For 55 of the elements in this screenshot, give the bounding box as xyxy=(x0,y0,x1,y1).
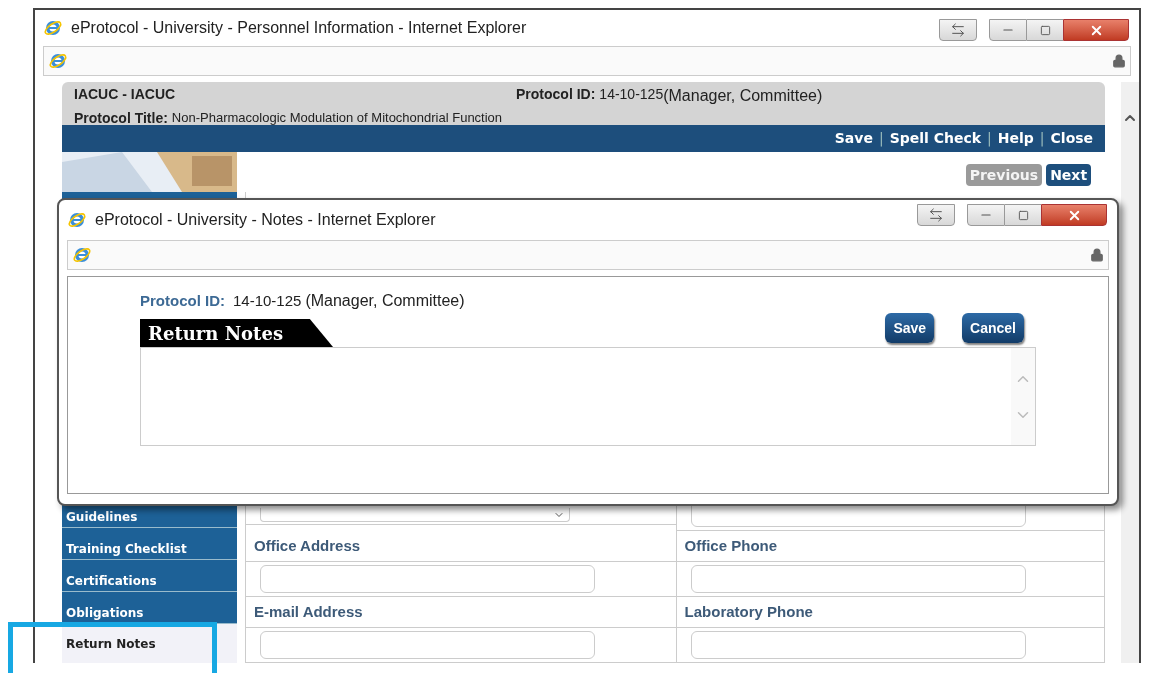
maximize-icon xyxy=(1039,24,1051,36)
field-label: Office Address xyxy=(254,535,361,556)
double-arrow-icon xyxy=(950,22,966,38)
sidebar-item[interactable]: Training Checklist xyxy=(62,527,237,559)
link-separator: | xyxy=(878,129,884,149)
toolbar-link[interactable]: Help xyxy=(997,128,1034,149)
browser-icon xyxy=(67,210,87,230)
input-field[interactable] xyxy=(690,631,1026,659)
minimize-button[interactable] xyxy=(989,19,1027,41)
double-arrow-icon xyxy=(928,207,944,223)
minimize-button[interactable] xyxy=(967,204,1005,226)
notes-textarea[interactable] xyxy=(140,348,1036,446)
toolbar-link[interactable]: Save xyxy=(834,128,873,149)
window-title: eProtocol - University - Notes - Internet Explorer xyxy=(95,210,436,230)
snap-button[interactable] xyxy=(917,204,955,226)
window-title: eProtocol - University - Personnel Information - Internet Explorer xyxy=(71,18,527,38)
scrollbar[interactable] xyxy=(1121,82,1139,663)
toolbar-link[interactable]: Spell Check xyxy=(889,128,982,149)
protocol-id: 14-10-125 xyxy=(233,291,302,311)
protocol-title-label: Protocol Title: xyxy=(74,109,168,128)
close-button[interactable] xyxy=(1041,204,1107,226)
field-label: Laboratory Phone xyxy=(684,601,813,622)
toolbar-link[interactable]: Close xyxy=(1050,128,1094,149)
select-field[interactable] xyxy=(260,508,570,522)
committee-name: IACUC - IACUC xyxy=(74,85,177,104)
protocol-id-label: Protocol ID: xyxy=(140,291,225,311)
maximize-button[interactable] xyxy=(1005,204,1041,226)
protocol-id: 14-10-125 xyxy=(599,85,664,102)
dialog-button[interactable]: Save xyxy=(885,313,935,343)
protocol-id-label: Protocol ID: xyxy=(516,85,596,104)
sidebar-item[interactable]: Certifications xyxy=(62,559,237,591)
browser-icon xyxy=(48,51,68,71)
close-button[interactable] xyxy=(1063,19,1129,41)
link-separator: | xyxy=(987,129,992,149)
address-bar[interactable] xyxy=(67,240,1109,270)
sidebar-item[interactable]: Obligations xyxy=(62,591,237,623)
lock-icon xyxy=(1112,54,1126,68)
input-field[interactable] xyxy=(690,565,1026,593)
input-field[interactable] xyxy=(260,631,595,659)
maximize-icon xyxy=(1017,209,1029,221)
browser-icon xyxy=(72,245,92,265)
lock-icon xyxy=(1090,248,1104,262)
link-separator: | xyxy=(1039,129,1045,149)
address-bar[interactable] xyxy=(43,46,1131,76)
input-field[interactable] xyxy=(260,565,595,593)
nav-button[interactable]: Next xyxy=(1046,164,1092,186)
protocol-roles: (Manager, Committee) xyxy=(663,86,823,106)
snap-button[interactable] xyxy=(939,19,977,41)
maximize-button[interactable] xyxy=(1027,19,1063,41)
browser-icon xyxy=(43,18,63,38)
dialog-button[interactable]: Cancel xyxy=(962,313,1024,343)
protocol-roles: (Manager, Committee) xyxy=(305,291,465,311)
field-label: Office Phone xyxy=(684,535,778,556)
protocol-title: Non-Pharmacologic Modulation of Mitochondrial Function xyxy=(171,109,503,127)
field-label: E-mail Address xyxy=(254,601,363,622)
